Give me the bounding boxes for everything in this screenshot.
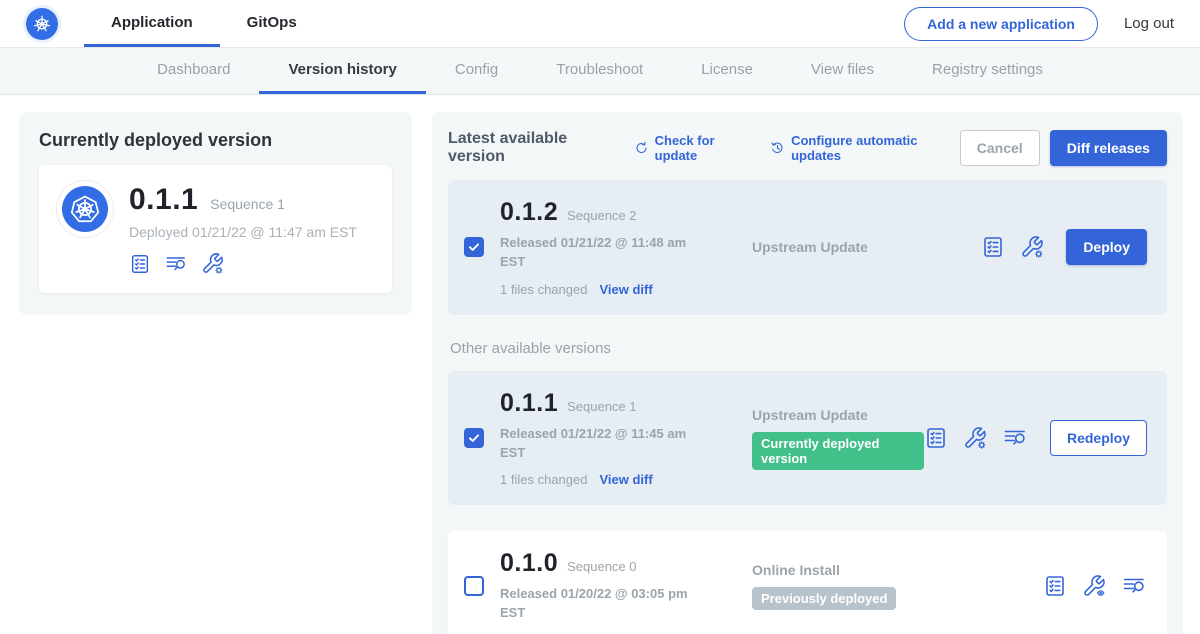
version-source: Upstream Update Currently deployed versi… [728, 407, 924, 470]
version-row-0-1-1: 0.1.1 Sequence 1 Released 01/21/22 @ 11:… [448, 371, 1167, 506]
deploy-button[interactable]: Deploy [1066, 229, 1147, 265]
logout-button[interactable]: Log out [1124, 15, 1174, 32]
tab-gitops-label: GitOps [247, 14, 297, 31]
files-changed-label: 1 files changed [500, 472, 587, 487]
subtab-registry-settings[interactable]: Registry settings [903, 48, 1072, 94]
checkbox-check-icon [467, 240, 481, 254]
subtab-dashboard[interactable]: Dashboard [128, 48, 259, 94]
wrench-gear-icon[interactable] [963, 426, 987, 450]
wrench-gear-icon[interactable] [1020, 235, 1044, 259]
checkbox-check-icon [467, 431, 481, 445]
version-actions [1043, 574, 1151, 598]
deployed-card-title: Currently deployed version [39, 130, 392, 151]
deployed-icon-row [129, 252, 357, 275]
subtab-config[interactable]: Config [426, 48, 527, 94]
subtab-troubleshoot[interactable]: Troubleshoot [527, 48, 672, 94]
version-source: Upstream Update [728, 239, 981, 255]
version-info: 0.1.0 Sequence 0 Released 01/20/22 @ 03:… [500, 549, 728, 623]
lines-magnifier-icon[interactable] [1121, 574, 1147, 598]
version-actions: Redeploy [924, 420, 1151, 456]
deployed-timestamp: Deployed 01/21/22 @ 11:47 am EST [129, 224, 357, 240]
kubernetes-app-icon [62, 186, 108, 232]
subtab-license[interactable]: License [672, 48, 782, 94]
clock-refresh-icon [770, 140, 785, 156]
sequence-label: Sequence 0 [567, 559, 636, 574]
version-number: 0.1.0 [500, 549, 558, 578]
wrench-gear-icon[interactable] [201, 252, 224, 275]
diff-releases-button[interactable]: Diff releases [1050, 130, 1167, 166]
version-row-0-1-2: 0.1.2 Sequence 2 Released 01/21/22 @ 11:… [448, 180, 1167, 315]
lines-magnifier-icon[interactable] [1002, 426, 1028, 450]
version-checkbox[interactable] [464, 237, 484, 257]
version-actions: Deploy [981, 229, 1151, 265]
configure-auto-updates-label: Configure automatic updates [791, 133, 960, 163]
view-diff-link[interactable]: View diff [599, 472, 652, 487]
version-info: 0.1.1 Sequence 1 Released 01/21/22 @ 11:… [500, 389, 728, 488]
previously-deployed-badge: Previously deployed [752, 587, 896, 610]
subtab-view-files[interactable]: View files [782, 48, 903, 94]
deployed-version-box: 0.1.1 Sequence 1 Deployed 01/21/22 @ 11:… [39, 165, 392, 293]
lines-magnifier-icon[interactable] [164, 253, 188, 275]
subtab-version-history[interactable]: Version history [259, 48, 425, 94]
add-new-application-button[interactable]: Add a new application [904, 7, 1098, 41]
tab-gitops[interactable]: GitOps [220, 0, 324, 47]
deployed-sequence-label: Sequence 1 [210, 196, 285, 212]
latest-version-title: Latest available version [448, 130, 618, 166]
currently-deployed-card: Currently deployed version [19, 112, 412, 315]
files-changed-label: 1 files changed [500, 282, 587, 297]
check-for-update-link[interactable]: Check for update [634, 133, 754, 163]
version-info: 0.1.2 Sequence 2 Released 01/21/22 @ 11:… [500, 198, 728, 297]
redeploy-button[interactable]: Redeploy [1050, 420, 1147, 456]
deployed-version-number: 0.1.1 [129, 183, 198, 217]
check-for-update-label: Check for update [655, 133, 754, 163]
tab-application[interactable]: Application [84, 0, 220, 47]
top-spacer [324, 0, 904, 47]
refresh-icon [634, 140, 649, 156]
source-label: Upstream Update [752, 407, 924, 423]
wrench-eye-icon[interactable] [1082, 574, 1106, 598]
deployed-version-meta: 0.1.1 Sequence 1 Deployed 01/21/22 @ 11:… [129, 181, 357, 275]
checklist-icon[interactable] [1043, 574, 1067, 598]
version-source: Online Install Previously deployed [728, 562, 1043, 610]
version-row-0-1-0: 0.1.0 Sequence 0 Released 01/20/22 @ 03:… [448, 531, 1167, 634]
checklist-icon[interactable] [924, 426, 948, 450]
view-diff-link[interactable]: View diff [599, 282, 652, 297]
released-timestamp: Released 01/20/22 @ 03:05 pm EST [500, 585, 696, 623]
top-right: Add a new application Log out [904, 0, 1174, 47]
currently-deployed-badge: Currently deployed version [752, 432, 924, 470]
version-number: 0.1.2 [500, 198, 558, 227]
top-navbar: Application GitOps Add a new application… [0, 0, 1200, 48]
tab-application-label: Application [111, 14, 193, 31]
version-checkbox[interactable] [464, 576, 484, 596]
released-timestamp: Released 01/21/22 @ 11:45 am EST [500, 425, 696, 463]
configure-auto-updates-link[interactable]: Configure automatic updates [770, 133, 960, 163]
source-label: Online Install [752, 562, 1043, 578]
top-tabs: Application GitOps [84, 0, 324, 47]
released-timestamp: Released 01/21/22 @ 11:48 am EST [500, 234, 696, 272]
app-subnav: Dashboard Version history Config Trouble… [0, 48, 1200, 95]
app-logo-ring [57, 181, 113, 237]
cancel-button[interactable]: Cancel [960, 130, 1040, 166]
other-versions-heading: Other available versions [450, 340, 1165, 357]
version-checkbox[interactable] [464, 428, 484, 448]
checklist-icon[interactable] [129, 253, 151, 275]
sequence-label: Sequence 1 [567, 399, 636, 414]
brand [26, 0, 58, 47]
kubernetes-logo-icon [26, 8, 58, 40]
latest-version-header: Latest available version Check for updat… [448, 130, 1167, 166]
checklist-icon[interactable] [981, 235, 1005, 259]
sequence-label: Sequence 2 [567, 208, 636, 223]
source-label: Upstream Update [752, 239, 981, 255]
main-content: Currently deployed version [0, 95, 1200, 634]
version-history-panel: Latest available version Check for updat… [432, 112, 1183, 634]
version-number: 0.1.1 [500, 389, 558, 418]
